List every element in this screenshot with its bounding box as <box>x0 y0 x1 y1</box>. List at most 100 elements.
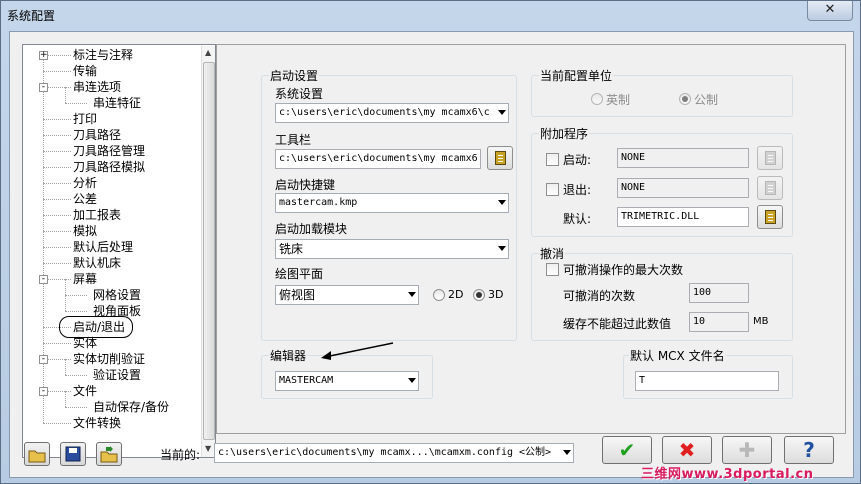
tree-item[interactable]: 文件 <box>73 383 97 399</box>
module-combo[interactable]: 铣床 <box>275 239 509 259</box>
collapse-icon[interactable]: - <box>39 355 48 364</box>
settings-tree: + 标注与注释 传输 - 串连选项 串连特征 打印 刀具路径 刀具路径管理 刀具路径模拟 分析 公差加… <box>22 44 216 458</box>
file-icon <box>495 151 506 165</box>
annotation-arrow <box>321 342 394 360</box>
radio-3d[interactable] <box>473 289 485 301</box>
radio-metric-label: 公制 <box>694 93 719 107</box>
tree-guide-line <box>65 375 87 376</box>
tree-guide-line <box>43 151 71 152</box>
cancel-button[interactable]: ✖ <box>662 436 712 464</box>
tree-item[interactable]: 加工报表 <box>73 207 121 223</box>
tree-item[interactable]: 传输 <box>73 63 97 79</box>
tree-item[interactable]: 刀具路径管理 <box>73 143 145 159</box>
tree-item[interactable]: 验证设置 <box>93 367 141 383</box>
addons-group-label: 附加程序 <box>539 125 590 142</box>
tree-item[interactable]: 默认机床 <box>73 255 121 271</box>
toolbar-browse-button[interactable] <box>487 146 513 170</box>
radio-inch[interactable] <box>591 93 603 105</box>
tree-item[interactable]: 打印 <box>73 111 97 127</box>
exit-addon-field[interactable]: NONE <box>617 178 749 198</box>
startup-group-label: 启动设置 <box>269 67 320 84</box>
default-addon-field[interactable]: TRIMETRIC.DLL <box>617 207 749 227</box>
merge-folder-icon <box>100 446 118 463</box>
tree-item[interactable]: 默认后处理 <box>73 239 133 255</box>
tree-item[interactable]: 自动保存/备份 <box>93 399 169 415</box>
scroll-up-icon[interactable]: ▲ <box>205 48 211 57</box>
merge-config-button[interactable] <box>96 442 122 466</box>
help-button[interactable]: ? <box>784 436 834 464</box>
radio-metric[interactable] <box>679 93 691 105</box>
tree-guide-line <box>65 359 66 375</box>
scroll-down-icon[interactable]: ▼ <box>205 444 211 453</box>
tree-item[interactable]: 刀具路径模拟 <box>73 159 145 175</box>
tree-guide-line <box>43 119 71 120</box>
startup-addon-field[interactable]: NONE <box>617 148 749 168</box>
radio-2d[interactable] <box>433 289 445 301</box>
toolbar-label: 工具栏 <box>275 133 312 147</box>
shortcut-label: 启动快捷键 <box>275 178 336 192</box>
tree-guide-line <box>43 53 44 423</box>
undo-max-checkbox[interactable] <box>546 263 559 276</box>
exit-addon-label: 退出: <box>563 183 592 197</box>
tree-item[interactable]: 屏幕 <box>73 271 97 287</box>
tree-item[interactable]: 串连选项 <box>73 79 121 95</box>
collapse-icon[interactable]: - <box>39 387 48 396</box>
tree-item[interactable]: 实体 <box>73 335 97 351</box>
tree-item[interactable]: 刀具路径 <box>73 127 121 143</box>
tree-item[interactable]: 标注与注释 <box>73 47 133 63</box>
help-icon: ? <box>803 438 815 462</box>
current-config-combo[interactable]: c:\users\eric\documents\my mcamx...\mcam… <box>214 443 574 463</box>
apply-button[interactable]: ✚ <box>722 436 772 464</box>
tree-guide-line <box>43 215 71 216</box>
default-addon-browse-button[interactable] <box>757 205 783 229</box>
cross-icon: ✖ <box>678 438 696 462</box>
tree-item[interactable]: 网格设置 <box>93 287 141 303</box>
default-addon-label: 默认: <box>563 212 592 226</box>
expand-icon[interactable]: + <box>39 51 48 60</box>
undo-count-label: 可撤消的次数 <box>563 289 636 303</box>
tree-guide-line <box>43 263 71 264</box>
undo-count-field[interactable]: 100 <box>689 283 749 303</box>
open-folder-icon <box>28 450 46 463</box>
shortcut-combo[interactable]: mastercam.kmp <box>275 193 509 213</box>
tree-guide-line <box>43 71 71 72</box>
tree-guide-line <box>43 167 71 168</box>
scroll-thumb[interactable] <box>203 62 215 440</box>
save-config-button[interactable] <box>60 442 86 466</box>
toolbar-field[interactable]: c:\users\eric\documents\my mcamx6' <box>275 149 481 169</box>
tree-item[interactable]: 串连特征 <box>93 95 141 111</box>
close-button[interactable]: ✕ <box>807 1 853 21</box>
tree-item[interactable]: 公差 <box>73 191 97 207</box>
ok-button[interactable]: ✔ <box>602 436 652 464</box>
tree-guide-line <box>65 103 87 104</box>
tree-guide-line <box>65 295 87 296</box>
editor-combo[interactable]: MASTERCAM <box>275 371 419 391</box>
watermark: 三维网www.3dportal.cn <box>641 467 814 482</box>
tree-guide-line <box>65 407 87 408</box>
radio-2d-label: 2D <box>448 288 464 301</box>
tree-item[interactable]: 模拟 <box>73 223 97 239</box>
system-config-combo[interactable]: c:\users\eric\documents\my mcamx6\c <box>275 103 509 123</box>
plane-combo[interactable]: 俯视图 <box>275 285 419 305</box>
exit-addon-checkbox[interactable] <box>546 183 559 196</box>
file-icon <box>765 181 776 195</box>
tree-scrollbar[interactable]: ▲ ▼ <box>201 46 215 457</box>
mcx-filename-field[interactable]: T <box>635 371 779 391</box>
open-config-button[interactable] <box>24 442 50 466</box>
tree-guide-line <box>43 199 71 200</box>
startup-addon-browse-button[interactable] <box>757 146 783 170</box>
startup-addon-checkbox[interactable] <box>546 153 559 166</box>
collapse-icon[interactable]: - <box>39 83 48 92</box>
exit-addon-browse-button[interactable] <box>757 176 783 200</box>
current-config-label: 当前的: <box>160 448 201 462</box>
tree-guide-line <box>65 295 66 311</box>
tree-guide-line <box>43 183 71 184</box>
collapse-icon[interactable]: - <box>39 275 48 284</box>
undo-mem-unit: MB <box>753 316 769 327</box>
tree-item[interactable]: 实体切削验证 <box>73 351 145 367</box>
undo-mem-field[interactable]: 10 <box>689 312 749 332</box>
settings-panel: 启动设置 系统设置 c:\users\eric\documents\my mca… <box>216 44 846 434</box>
plane-label: 绘图平面 <box>275 267 324 281</box>
tree-item[interactable]: 分析 <box>73 175 97 191</box>
tree-item[interactable]: 文件转换 <box>73 415 121 431</box>
